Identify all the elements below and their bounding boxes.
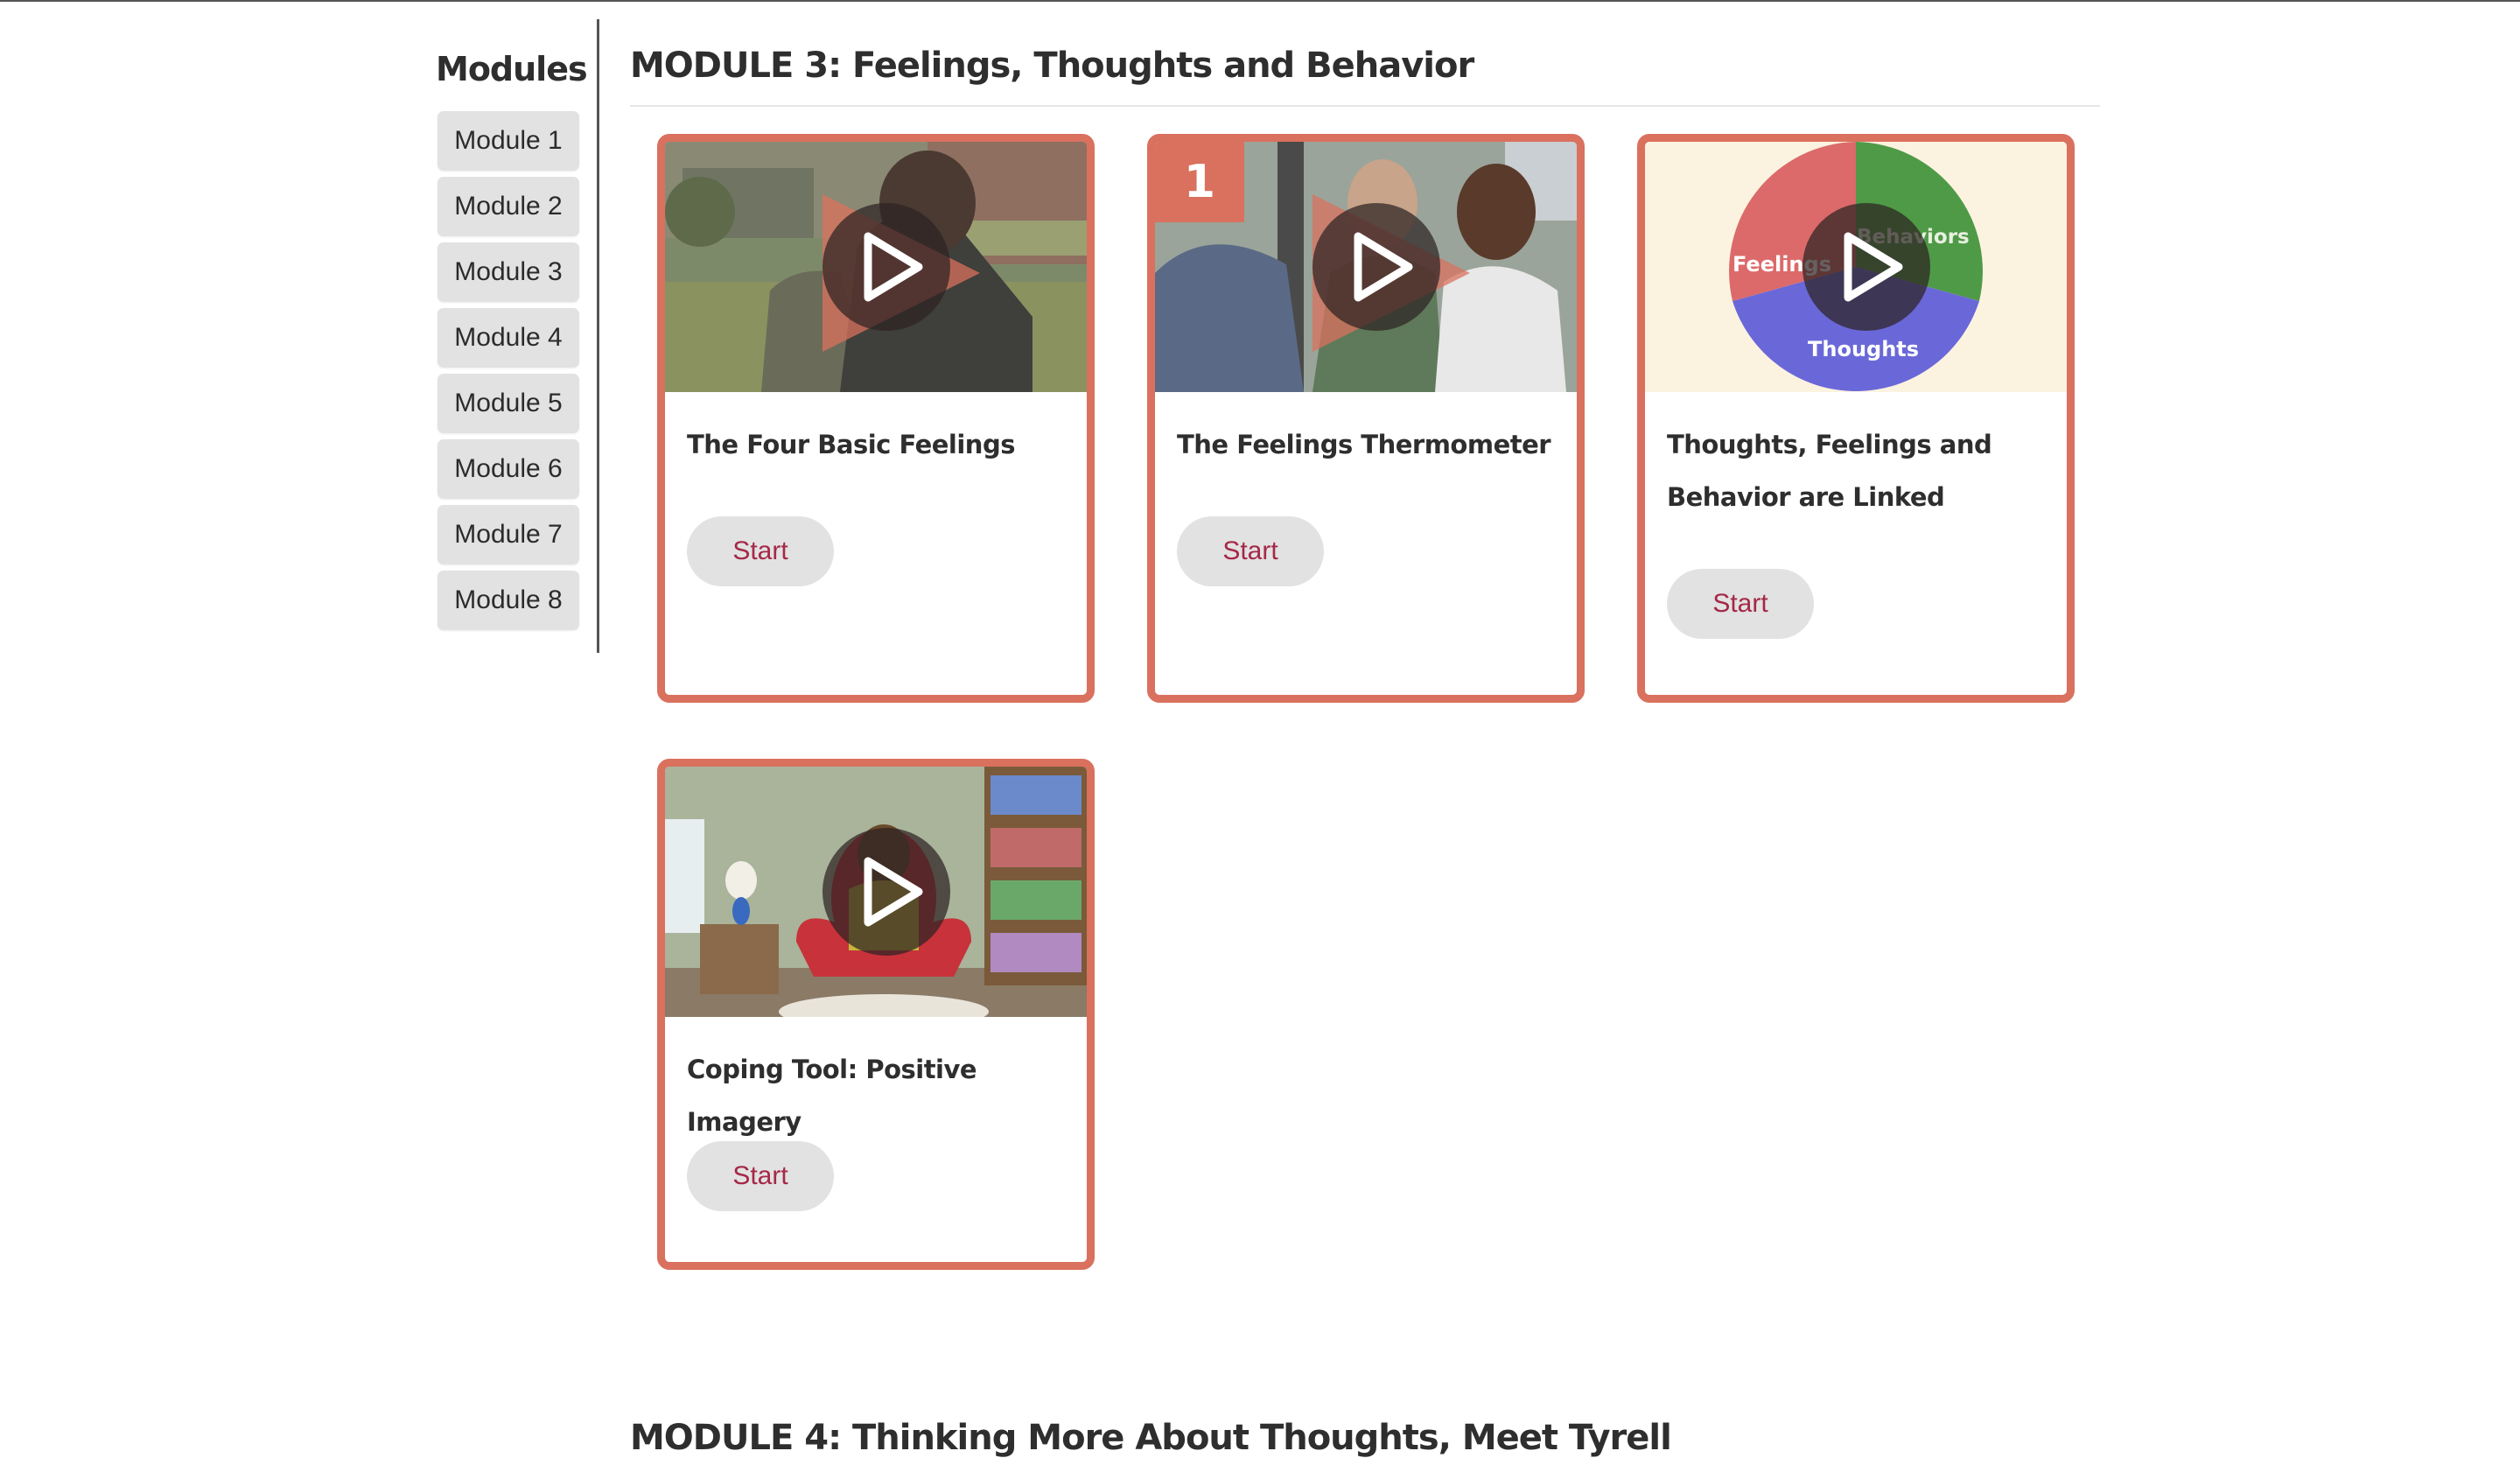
lesson-card-positive-imagery: Coping Tool: Positive Imagery Start — [657, 759, 1095, 1270]
sidebar-item-module-7[interactable]: Module 7 — [438, 505, 579, 564]
sidebar-item-module-4[interactable]: Module 4 — [438, 308, 579, 368]
start-button[interactable]: Start — [1177, 516, 1324, 586]
play-icon[interactable] — [1312, 203, 1440, 331]
sidebar-item-module-5[interactable]: Module 5 — [438, 374, 579, 433]
next-section-title: MODULE 4: Thinking More About Thoughts, … — [630, 1418, 1672, 1458]
title-divider — [630, 105, 2100, 107]
sidebar-item-module-2[interactable]: Module 2 — [438, 177, 579, 236]
sidebar-item-module-6[interactable]: Module 6 — [438, 439, 579, 499]
start-button[interactable]: Start — [687, 1141, 834, 1211]
lesson-title: The Feelings Thermometer — [1177, 430, 1551, 459]
lesson-card-thoughts-feelings-behavior: Feelings Behaviors Thoughts Thoughts, Fe… — [1637, 134, 2075, 703]
video-thumbnail[interactable]: Feelings Behaviors Thoughts — [1645, 142, 2067, 392]
lesson-card-four-basic-feelings: The Four Basic Feelings Start — [657, 134, 1095, 703]
page-title: MODULE 3: Feelings, Thoughts and Behavio… — [630, 46, 1474, 86]
play-icon[interactable] — [822, 828, 950, 956]
play-icon[interactable] — [1802, 203, 1930, 331]
video-thumbnail[interactable]: 1 — [1155, 142, 1577, 392]
lesson-title: Thoughts, Feelings and Behavior are Link… — [1667, 430, 1992, 512]
video-thumbnail[interactable] — [665, 767, 1087, 1017]
play-icon[interactable] — [822, 203, 950, 331]
start-button[interactable]: Start — [687, 516, 834, 586]
lesson-number-badge: 1 — [1155, 142, 1244, 222]
sidebar-item-module-1[interactable]: Module 1 — [438, 111, 579, 171]
top-border — [0, 0, 2520, 2]
lesson-title: The Four Basic Feelings — [687, 430, 1015, 459]
sidebar-item-module-8[interactable]: Module 8 — [438, 571, 579, 630]
diagram-label-thoughts: Thoughts — [1808, 337, 1919, 361]
sidebar-item-module-3[interactable]: Module 3 — [438, 242, 579, 302]
sidebar-title: Modules — [436, 50, 588, 88]
start-button[interactable]: Start — [1667, 569, 1814, 639]
lesson-card-feelings-thermometer: 1 The Feelings Thermometer Start — [1147, 134, 1585, 703]
video-thumbnail[interactable] — [665, 142, 1087, 392]
lesson-title: Coping Tool: Positive Imagery — [687, 1055, 977, 1137]
modules-sidebar: Modules Module 1 Module 2 Module 3 Modul… — [436, 19, 599, 653]
